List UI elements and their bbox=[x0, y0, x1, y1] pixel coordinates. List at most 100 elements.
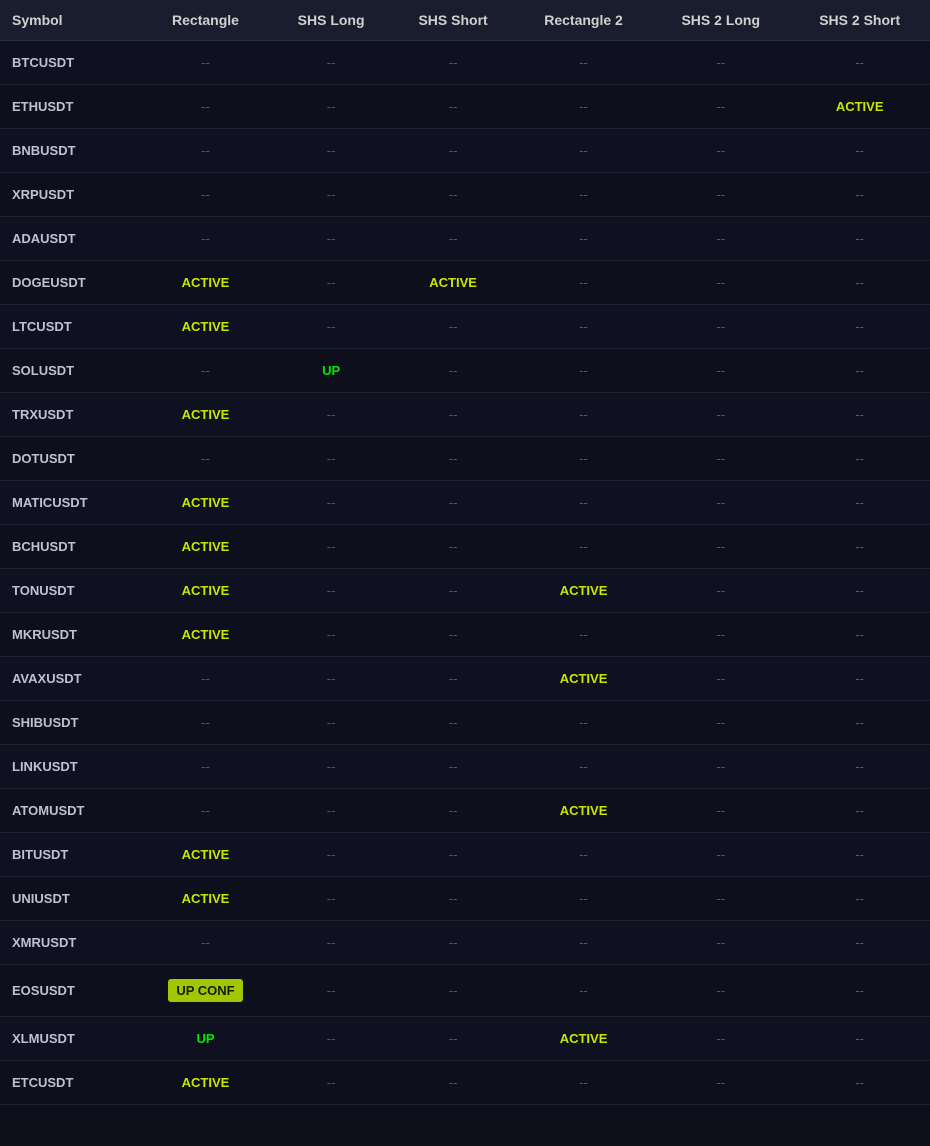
status-dash: -- bbox=[855, 143, 864, 158]
status-dash: -- bbox=[327, 495, 336, 510]
signal-cell-rectangle: -- bbox=[140, 349, 271, 393]
signal-cell-shs2_long: -- bbox=[652, 921, 789, 965]
table-row: MATICUSDTACTIVE---------- bbox=[0, 481, 930, 525]
symbol-cell: BNBUSDT bbox=[0, 129, 140, 173]
status-active-badge: ACTIVE bbox=[182, 275, 230, 290]
signal-cell-shs_long: -- bbox=[271, 701, 391, 745]
table-row: LINKUSDT------------ bbox=[0, 745, 930, 789]
col-header-symbol: Symbol bbox=[0, 0, 140, 41]
signal-cell-shs_long: -- bbox=[271, 261, 391, 305]
signal-cell-rectangle: -- bbox=[140, 921, 271, 965]
table-header-row: Symbol Rectangle SHS Long SHS Short Rect… bbox=[0, 0, 930, 41]
signal-cell-shs_short: -- bbox=[391, 613, 515, 657]
status-up-badge: UP bbox=[196, 1031, 214, 1046]
status-up-badge: UP bbox=[322, 363, 340, 378]
signal-cell-shs2_long: -- bbox=[652, 613, 789, 657]
status-dash: -- bbox=[855, 407, 864, 422]
status-dash: -- bbox=[716, 539, 725, 554]
signal-cell-shs2_long: -- bbox=[652, 173, 789, 217]
col-header-shs2-long: SHS 2 Long bbox=[652, 0, 789, 41]
signal-cell-shs_short: -- bbox=[391, 525, 515, 569]
symbol-cell: BCHUSDT bbox=[0, 525, 140, 569]
signal-cell-rectangle: -- bbox=[140, 173, 271, 217]
signal-cell-shs_long: -- bbox=[271, 833, 391, 877]
symbol-cell: TONUSDT bbox=[0, 569, 140, 613]
status-active-badge: ACTIVE bbox=[182, 847, 230, 862]
table-row: DOTUSDT------------ bbox=[0, 437, 930, 481]
status-dash: -- bbox=[449, 363, 458, 378]
status-dash: -- bbox=[327, 759, 336, 774]
signal-cell-shs_long: -- bbox=[271, 745, 391, 789]
signal-cell-rectangle: ACTIVE bbox=[140, 613, 271, 657]
status-dash: -- bbox=[579, 759, 588, 774]
status-dash: -- bbox=[579, 319, 588, 334]
status-dash: -- bbox=[716, 627, 725, 642]
symbol-cell: SHIBUSDT bbox=[0, 701, 140, 745]
status-dash: -- bbox=[449, 847, 458, 862]
status-dash: -- bbox=[327, 99, 336, 114]
signal-cell-shs2_short: -- bbox=[789, 349, 930, 393]
signal-cell-rectangle2: -- bbox=[515, 745, 652, 789]
signal-cell-rectangle: ACTIVE bbox=[140, 877, 271, 921]
status-active-badge: ACTIVE bbox=[429, 275, 477, 290]
table-row: ETHUSDT----------ACTIVE bbox=[0, 85, 930, 129]
col-header-rectangle2: Rectangle 2 bbox=[515, 0, 652, 41]
table-row: SHIBUSDT------------ bbox=[0, 701, 930, 745]
status-dash: -- bbox=[327, 935, 336, 950]
signal-cell-rectangle: ACTIVE bbox=[140, 833, 271, 877]
status-dash: -- bbox=[201, 759, 210, 774]
symbol-cell: DOTUSDT bbox=[0, 437, 140, 481]
signal-cell-rectangle2: -- bbox=[515, 349, 652, 393]
status-dash: -- bbox=[327, 627, 336, 642]
status-dash: -- bbox=[716, 187, 725, 202]
signal-cell-shs2_long: -- bbox=[652, 789, 789, 833]
signal-cell-shs_long: -- bbox=[271, 569, 391, 613]
status-dash: -- bbox=[449, 935, 458, 950]
status-dash: -- bbox=[327, 847, 336, 862]
signal-cell-rectangle2: -- bbox=[515, 701, 652, 745]
signal-cell-rectangle2: -- bbox=[515, 613, 652, 657]
signal-cell-shs_long: -- bbox=[271, 1017, 391, 1061]
signal-cell-shs2_short: -- bbox=[789, 833, 930, 877]
signal-cell-rectangle2: ACTIVE bbox=[515, 789, 652, 833]
signal-cell-rectangle: -- bbox=[140, 789, 271, 833]
status-dash: -- bbox=[579, 891, 588, 906]
table-row: BITUSDTACTIVE---------- bbox=[0, 833, 930, 877]
signal-cell-rectangle: UP bbox=[140, 1017, 271, 1061]
signal-cell-shs2_short: ACTIVE bbox=[789, 85, 930, 129]
status-dash: -- bbox=[201, 231, 210, 246]
signal-cell-rectangle: ACTIVE bbox=[140, 481, 271, 525]
table-row: XMRUSDT------------ bbox=[0, 921, 930, 965]
signal-cell-shs2_long: -- bbox=[652, 965, 789, 1017]
status-active-badge: ACTIVE bbox=[182, 583, 230, 598]
table-row: ETCUSDTACTIVE---------- bbox=[0, 1061, 930, 1105]
signal-cell-shs2_short: -- bbox=[789, 525, 930, 569]
signal-cell-rectangle2: -- bbox=[515, 305, 652, 349]
status-dash: -- bbox=[855, 715, 864, 730]
signal-cell-shs2_long: -- bbox=[652, 261, 789, 305]
table-row: TONUSDTACTIVE----ACTIVE---- bbox=[0, 569, 930, 613]
signal-cell-shs_long: -- bbox=[271, 129, 391, 173]
status-active-badge: ACTIVE bbox=[182, 319, 230, 334]
signal-cell-shs2_long: -- bbox=[652, 481, 789, 525]
signal-cell-rectangle2: ACTIVE bbox=[515, 1017, 652, 1061]
status-dash: -- bbox=[579, 847, 588, 862]
signal-cell-shs2_long: -- bbox=[652, 85, 789, 129]
signal-cell-rectangle2: -- bbox=[515, 921, 652, 965]
signal-cell-shs_long: -- bbox=[271, 393, 391, 437]
status-dash: -- bbox=[579, 55, 588, 70]
signal-cell-shs2_long: -- bbox=[652, 129, 789, 173]
status-dash: -- bbox=[716, 935, 725, 950]
status-dash: -- bbox=[449, 231, 458, 246]
status-dash: -- bbox=[327, 55, 336, 70]
col-header-shs-long: SHS Long bbox=[271, 0, 391, 41]
signal-cell-shs_long: -- bbox=[271, 217, 391, 261]
signal-cell-rectangle2: ACTIVE bbox=[515, 657, 652, 701]
signal-cell-rectangle2: -- bbox=[515, 1061, 652, 1105]
table-row: XRPUSDT------------ bbox=[0, 173, 930, 217]
status-dash: -- bbox=[201, 99, 210, 114]
status-active-badge: ACTIVE bbox=[182, 627, 230, 642]
signal-cell-rectangle: -- bbox=[140, 41, 271, 85]
symbol-cell: XLMUSDT bbox=[0, 1017, 140, 1061]
status-dash: -- bbox=[449, 539, 458, 554]
